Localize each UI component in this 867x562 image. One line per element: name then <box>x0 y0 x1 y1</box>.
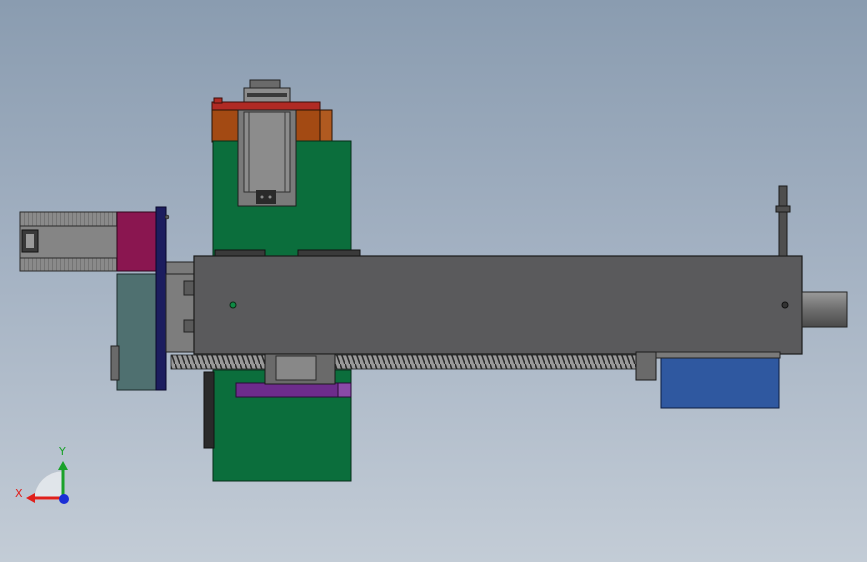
z-axis-dot <box>59 494 69 504</box>
left-stepper-motor <box>19 211 118 272</box>
screw-end-support <box>635 351 657 381</box>
orange-block-step <box>319 109 333 143</box>
left-bracket <box>165 273 197 353</box>
purple-bar <box>235 382 352 398</box>
vertical-carriage <box>237 109 297 207</box>
frame-hole-left <box>229 301 237 309</box>
screw-nut-carriage <box>264 353 336 385</box>
main-linear-frame <box>193 255 803 355</box>
red-top-rail <box>211 101 321 111</box>
limit-post <box>778 185 788 257</box>
cad-assembly-drawing: X Y <box>15 79 848 504</box>
gearbox-housing <box>110 273 160 391</box>
navy-end-plate <box>155 206 167 391</box>
cad-viewport[interactable]: X Y <box>0 0 867 562</box>
top-coupling <box>243 79 291 103</box>
output-shaft <box>801 291 848 328</box>
blue-block <box>660 355 780 409</box>
y-axis-label: Y <box>58 445 66 458</box>
lead-screw <box>170 354 638 370</box>
coordinate-triad: X Y <box>15 445 69 504</box>
frame-hole-right <box>781 301 789 309</box>
x-axis-label: X <box>15 487 23 500</box>
magenta-adapter <box>116 211 158 272</box>
